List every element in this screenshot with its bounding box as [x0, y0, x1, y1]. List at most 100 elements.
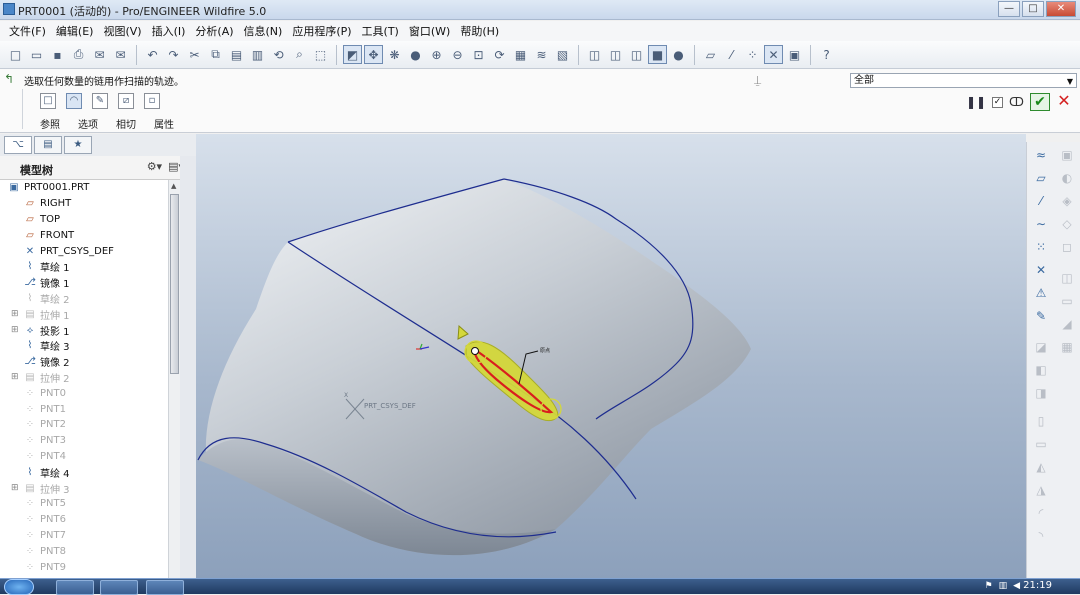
maximize-button[interactable]: □	[1022, 1, 1044, 17]
datum-points-display-icon[interactable]: ⁘	[743, 45, 762, 64]
tree-item[interactable]: ⁘ PNT9	[0, 559, 179, 575]
tree-item[interactable]: ✕ PRT_CSYS_DEF	[0, 243, 179, 259]
tree-item[interactable]: ⁘ PNT0	[0, 385, 179, 401]
menu-analysis[interactable]: 分析(A)	[190, 23, 238, 39]
pause-icon[interactable]: ❚❚	[966, 95, 986, 109]
expand-icon[interactable]: ⊞	[11, 325, 19, 335]
taskbar-app-explorer[interactable]	[146, 580, 184, 595]
datum-curve-icon[interactable]: ∼	[1031, 215, 1051, 233]
solid-sweep-icon[interactable]: □	[40, 93, 56, 109]
tab-references[interactable]: 参照	[40, 116, 78, 131]
expand-icon[interactable]: ⊞	[11, 372, 19, 382]
cancel-button[interactable]: ✕	[1056, 93, 1072, 111]
datum-axis-icon[interactable]: ⁄	[1031, 192, 1051, 210]
network-icon[interactable]: ▥	[999, 581, 1008, 591]
redo-icon[interactable]: ↷	[164, 45, 183, 64]
surface-sweep-icon[interactable]: ◠	[66, 93, 82, 109]
tree-scrollbar[interactable]: ▲	[168, 180, 180, 578]
repaint-icon[interactable]: ◩	[343, 45, 362, 64]
tree-item[interactable]: ⁘ PNT7	[0, 528, 179, 544]
taskbar-app-word[interactable]	[56, 580, 94, 595]
tree-item[interactable]: ⊞ ▤ 拉伸 3	[0, 480, 179, 496]
regenerate-icon[interactable]: ⟲	[269, 45, 288, 64]
datum-planes-display-icon[interactable]: ▱	[701, 45, 720, 64]
find-icon[interactable]: ⌕	[290, 45, 309, 64]
enhanced-realism-icon[interactable]: ●	[669, 45, 688, 64]
tree-item[interactable]: ⌇ 草绘 1	[0, 259, 179, 275]
preview-checkbox[interactable]: ✓	[992, 96, 1004, 108]
tree-item[interactable]: ⌇ 草绘 4	[0, 464, 179, 480]
cut-icon[interactable]: ✂	[185, 45, 204, 64]
zoom-out-icon[interactable]: ⊖	[448, 45, 467, 64]
tree-item[interactable]: ⊞ ▤ 拉伸 2	[0, 370, 179, 386]
thicken-tool-icon[interactable]: ◭	[1031, 458, 1051, 476]
minimize-button[interactable]: —	[998, 1, 1020, 17]
blend-tool-icon[interactable]: ◇	[1057, 215, 1077, 233]
tab-options[interactable]: 选项	[78, 116, 116, 131]
revolve-tool-icon[interactable]: ◐	[1057, 169, 1077, 187]
tree-item[interactable]: ▱ RIGHT	[0, 196, 179, 212]
refit-icon[interactable]: ⊡	[469, 45, 488, 64]
datum-plane-tool-icon[interactable]: ≈	[1031, 146, 1051, 164]
layers-icon[interactable]: ≋	[532, 45, 551, 64]
taskbar-app-proe[interactable]	[100, 580, 138, 595]
tree-item[interactable]: ⎇ 镜像 2	[0, 354, 179, 370]
undo-icon[interactable]: ↶	[143, 45, 162, 64]
remove-material-icon[interactable]: ⧄	[118, 93, 134, 109]
selection-filter-select[interactable]: 全部 ▼	[850, 73, 1077, 88]
volume-icon[interactable]: ◀	[1013, 581, 1020, 591]
extrude-tool-icon[interactable]: ▦	[1057, 338, 1077, 356]
draft-tool-icon[interactable]: ◫	[1057, 269, 1077, 287]
paste-icon[interactable]: ▤	[227, 45, 246, 64]
menu-help[interactable]: 帮助(H)	[455, 23, 504, 39]
view-manager-icon[interactable]: ▧	[553, 45, 572, 64]
start-button[interactable]	[4, 579, 34, 595]
tree-settings-icon[interactable]: ⚙▾	[147, 160, 162, 173]
tree-item[interactable]: ⁘ PNT3	[0, 433, 179, 449]
round-tool-icon[interactable]: ◻	[1057, 238, 1077, 256]
tree-item[interactable]: ⁘ PNT8	[0, 543, 179, 559]
tree-item[interactable]: ⊞ ▤ 拉伸 1	[0, 306, 179, 322]
paste-special-icon[interactable]: ▥	[248, 45, 267, 64]
save-icon[interactable]: ▪	[48, 45, 67, 64]
ok-button[interactable]: ✔	[1030, 93, 1050, 111]
shell-tool-icon[interactable]: ▭	[1057, 292, 1077, 310]
tab-tangency[interactable]: 相切	[116, 116, 154, 131]
sketch-section-icon[interactable]: ✎	[92, 93, 108, 109]
scroll-up-icon[interactable]: ▲	[171, 182, 176, 190]
tree-item[interactable]: ⌇ 草绘 2	[0, 291, 179, 307]
sketch-tool-icon[interactable]: ✎	[1031, 307, 1051, 325]
start-point-marker[interactable]	[471, 347, 479, 355]
menu-info[interactable]: 信息(N)	[239, 23, 288, 39]
expand-icon[interactable]: ⊞	[11, 309, 19, 319]
navigator-splitter[interactable]	[180, 156, 196, 581]
mirror-tool-icon[interactable]: ◪	[1031, 338, 1051, 356]
context-help-icon[interactable]: ?	[817, 45, 836, 64]
shading-icon[interactable]: ●	[406, 45, 425, 64]
tree-item[interactable]: ▣ PRT0001.PRT	[0, 180, 179, 196]
menu-window[interactable]: 窗口(W)	[404, 23, 455, 39]
spin-center-icon[interactable]: ✥	[364, 45, 383, 64]
new-file-icon[interactable]: □	[6, 45, 25, 64]
wireframe-icon[interactable]: ◫	[585, 45, 604, 64]
taskbar-clock[interactable]: 21:19	[1023, 580, 1052, 591]
tree-item[interactable]: ⁘ PNT5	[0, 496, 179, 512]
favorites-tab-icon[interactable]: ★	[64, 136, 92, 154]
tree-item[interactable]: ⁘ PNT4	[0, 449, 179, 465]
expand-icon[interactable]: ⊞	[11, 483, 19, 493]
thicken-icon[interactable]: ▫	[144, 93, 160, 109]
select-box-icon[interactable]: ⬚	[311, 45, 330, 64]
datum-point-icon[interactable]: ⁙	[1031, 238, 1051, 256]
style-tool-icon[interactable]: ◜	[1031, 504, 1051, 522]
print-icon[interactable]: ⎙	[69, 45, 88, 64]
trim-tool-icon[interactable]: ◨	[1031, 384, 1051, 402]
offset-tool-icon[interactable]: ▭	[1031, 435, 1051, 453]
tab-properties[interactable]: 属性	[154, 116, 192, 131]
annotation-display-icon[interactable]: ▣	[785, 45, 804, 64]
graphics-viewport[interactable]: 原点 X PRT_CSYS_DEF	[196, 134, 1026, 580]
tree-item[interactable]: ⎇ 镜像 1	[0, 275, 179, 291]
analysis-feature-icon[interactable]: ⚠	[1031, 284, 1051, 302]
saved-views-icon[interactable]: ▦	[511, 45, 530, 64]
tree-item[interactable]: ⁘ PNT6	[0, 512, 179, 528]
tree-item[interactable]: ▱ TOP	[0, 212, 179, 228]
